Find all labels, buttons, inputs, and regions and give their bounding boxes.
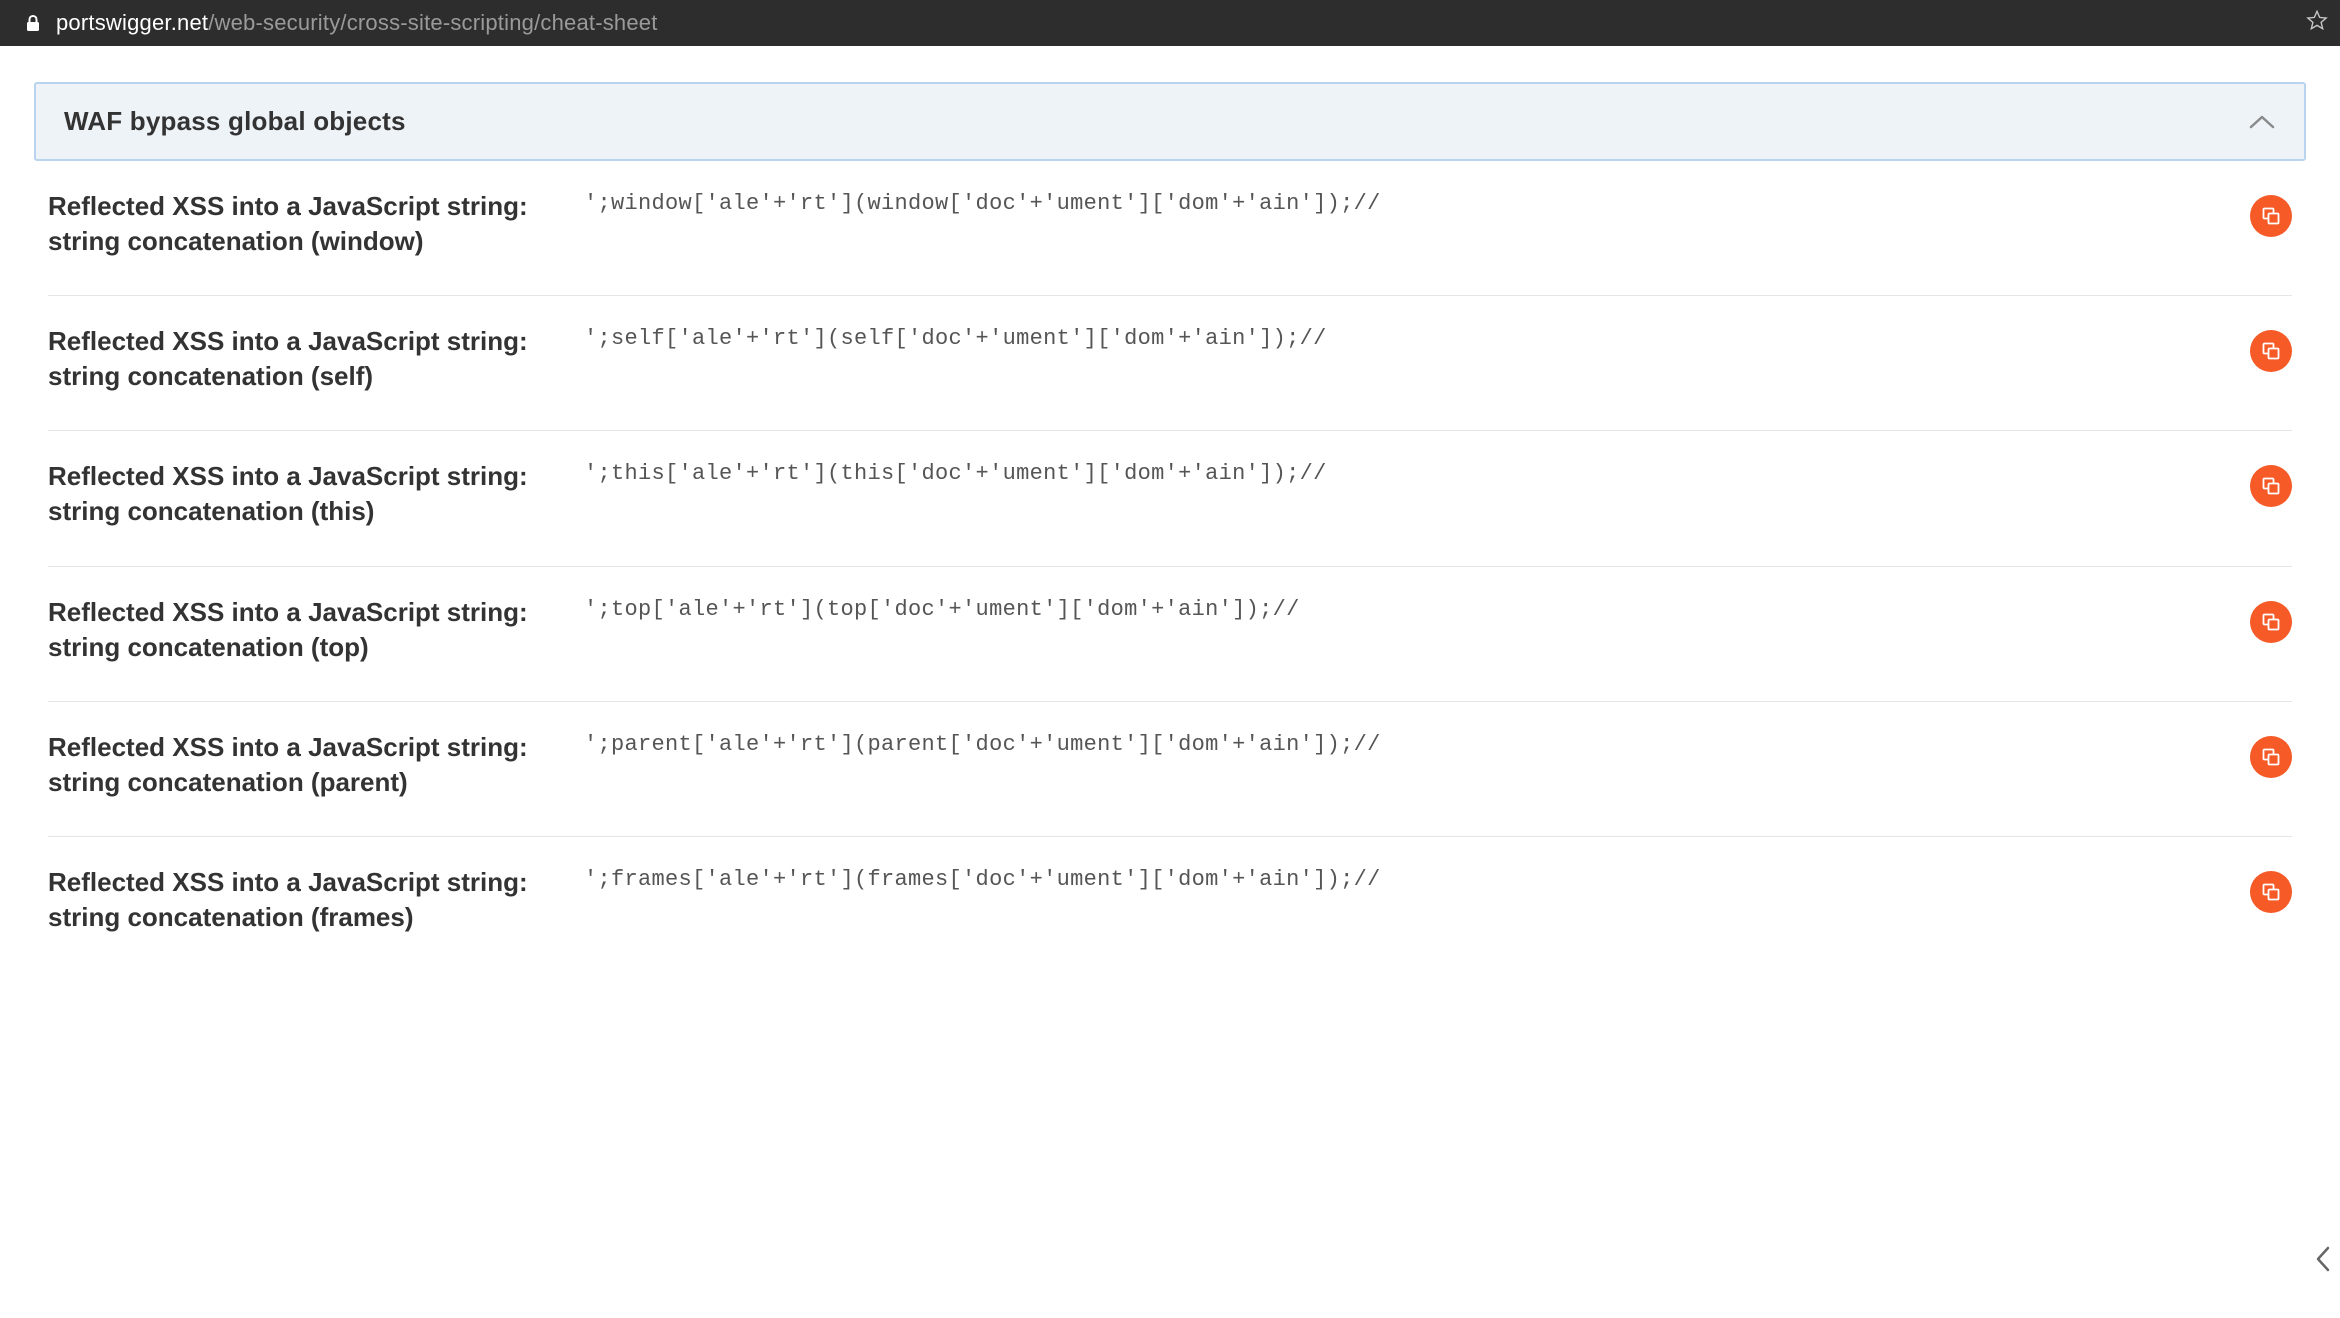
entries-list: Reflected XSS into a JavaScript string: …: [34, 161, 2306, 971]
entry-row: Reflected XSS into a JavaScript string: …: [48, 702, 2292, 837]
entry-title: Reflected XSS into a JavaScript string: …: [48, 459, 584, 529]
entry-code: ';this['ale'+'rt'](this['doc'+'ument']['…: [584, 459, 2230, 486]
bookmark-star-icon[interactable]: [2306, 10, 2328, 37]
entry-code: ';top['ale'+'rt'](top['doc'+'ument']['do…: [584, 595, 2230, 622]
entry-title: Reflected XSS into a JavaScript string: …: [48, 189, 584, 259]
entry-row: Reflected XSS into a JavaScript string: …: [48, 296, 2292, 431]
copy-button[interactable]: [2250, 330, 2292, 372]
entry-actions: [2230, 865, 2292, 913]
content-area: WAF bypass global objects Reflected XSS …: [0, 46, 2340, 971]
section-title: WAF bypass global objects: [64, 106, 406, 137]
browser-url-bar[interactable]: portswigger.net/web-security/cross-site-…: [0, 0, 2340, 46]
entry-actions: [2230, 324, 2292, 372]
entry-row: Reflected XSS into a JavaScript string: …: [48, 431, 2292, 566]
entry-actions: [2230, 730, 2292, 778]
entry-code: ';frames['ale'+'rt'](frames['doc'+'ument…: [584, 865, 2230, 892]
entry-actions: [2230, 189, 2292, 237]
copy-button[interactable]: [2250, 465, 2292, 507]
copy-button[interactable]: [2250, 601, 2292, 643]
copy-icon: [2262, 883, 2280, 901]
entry-code: ';self['ale'+'rt'](self['doc'+'ument']['…: [584, 324, 2230, 351]
entry-row: Reflected XSS into a JavaScript string: …: [48, 837, 2292, 971]
entry-title: Reflected XSS into a JavaScript string: …: [48, 865, 584, 935]
copy-icon: [2262, 477, 2280, 495]
copy-button[interactable]: [2250, 871, 2292, 913]
lock-icon: [24, 14, 42, 32]
entry-row: Reflected XSS into a JavaScript string: …: [48, 567, 2292, 702]
entry-title: Reflected XSS into a JavaScript string: …: [48, 595, 584, 665]
entry-title: Reflected XSS into a JavaScript string: …: [48, 730, 584, 800]
entry-actions: [2230, 459, 2292, 507]
url-text: portswigger.net/web-security/cross-site-…: [56, 10, 658, 36]
entry-row: Reflected XSS into a JavaScript string: …: [48, 161, 2292, 296]
chevron-up-icon: [2248, 113, 2276, 131]
entry-code: ';window['ale'+'rt'](window['doc'+'ument…: [584, 189, 2230, 216]
copy-icon: [2262, 613, 2280, 631]
copy-icon: [2262, 342, 2280, 360]
entry-title: Reflected XSS into a JavaScript string: …: [48, 324, 584, 394]
url-path: /web-security/cross-site-scripting/cheat…: [208, 10, 657, 35]
entry-actions: [2230, 595, 2292, 643]
section-header[interactable]: WAF bypass global objects: [34, 82, 2306, 161]
copy-button[interactable]: [2250, 736, 2292, 778]
url-host: portswigger.net: [56, 10, 208, 35]
entry-code: ';parent['ale'+'rt'](parent['doc'+'ument…: [584, 730, 2230, 757]
copy-icon: [2262, 207, 2280, 225]
chevron-left-icon[interactable]: [2314, 1245, 2332, 1278]
copy-button[interactable]: [2250, 195, 2292, 237]
copy-icon: [2262, 748, 2280, 766]
